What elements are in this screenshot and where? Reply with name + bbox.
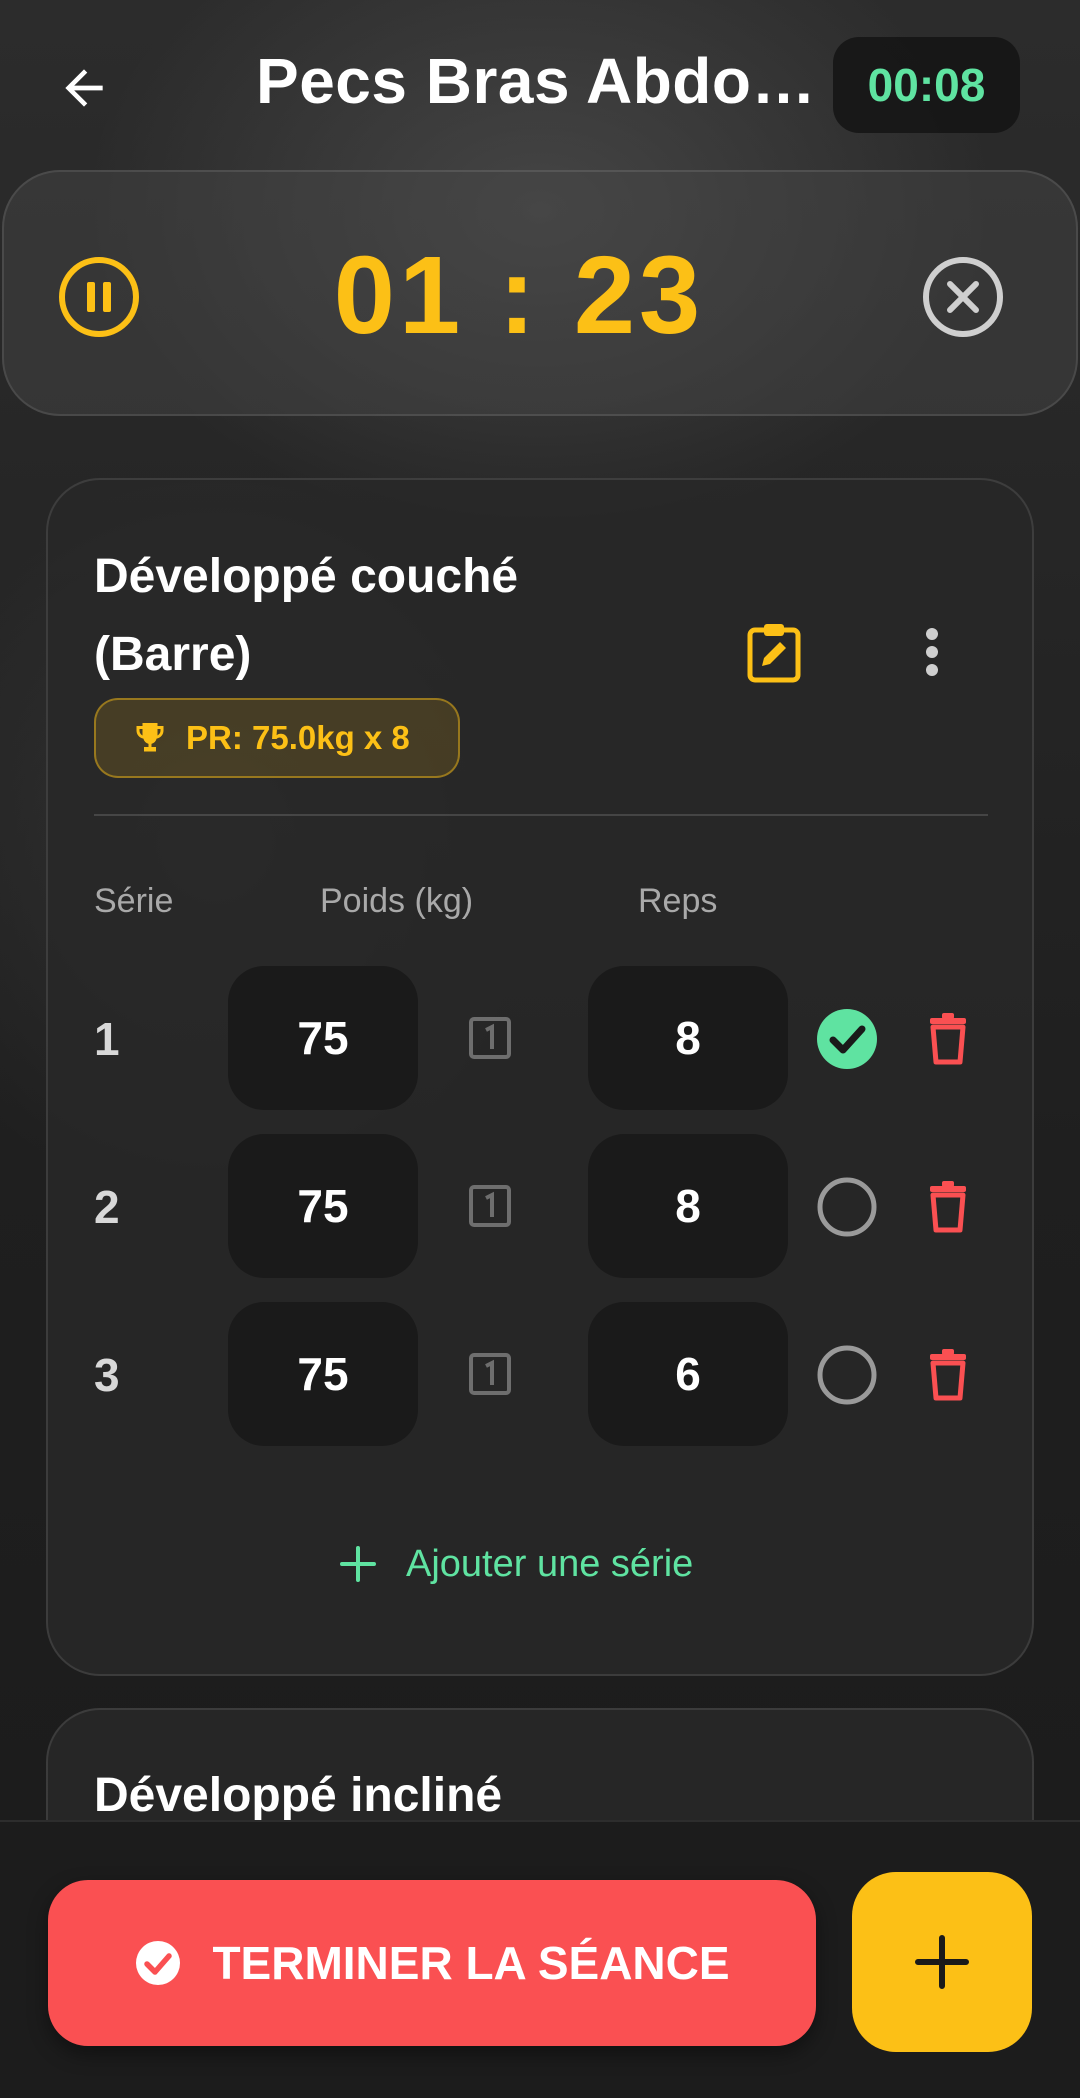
exercise-name: Développé couché (Barre): [94, 538, 654, 694]
column-header-set: Série: [94, 882, 174, 920]
set-row: 1 75 8: [48, 966, 1036, 1110]
rest-timer-value: 01 : 23: [333, 234, 705, 357]
circle-outline-icon[interactable]: [816, 1344, 878, 1406]
exercise-name: Développé incliné: [94, 1769, 503, 1822]
finish-workout-label: TERMINER LA SÉANCE: [212, 1937, 730, 1989]
back-button[interactable]: [48, 52, 120, 124]
trash-icon[interactable]: [920, 1346, 976, 1402]
column-header-reps: Reps: [638, 882, 718, 920]
close-timer-button[interactable]: [920, 254, 1006, 340]
check-circle-filled-icon[interactable]: [816, 1008, 878, 1070]
weight-input[interactable]: 75: [228, 1134, 418, 1278]
plate-calculator-icon[interactable]: [468, 1352, 512, 1396]
more-options-button[interactable]: [898, 618, 966, 686]
finish-workout-button[interactable]: TERMINER LA SÉANCE: [48, 1880, 816, 2046]
set-number: 1: [94, 1013, 120, 1065]
set-number: 3: [94, 1349, 120, 1401]
plate-calculator-icon[interactable]: [468, 1016, 512, 1060]
exercise-card: Développé couché (Barre) PR: 75.0kg x 8 …: [46, 478, 1034, 1676]
elapsed-time-badge: 00:08: [833, 37, 1020, 133]
reps-input[interactable]: 6: [588, 1302, 788, 1446]
arrow-left-icon: [65, 69, 103, 107]
column-header-weight: Poids (kg): [320, 882, 474, 920]
reps-input[interactable]: 8: [588, 966, 788, 1110]
clipboard-edit-icon: [747, 624, 801, 683]
more-vertical-icon: [926, 628, 938, 676]
pr-label: PR: 75.0kg x 8: [186, 719, 410, 756]
trash-icon[interactable]: [920, 1010, 976, 1066]
plus-icon: [340, 1546, 376, 1582]
close-circle-icon: [923, 257, 1003, 337]
circle-outline-icon[interactable]: [816, 1176, 878, 1238]
check-circle-icon: [136, 1941, 181, 1985]
set-row: 3 75 6: [48, 1302, 1036, 1446]
plate-calculator-icon[interactable]: [468, 1184, 512, 1228]
weight-input[interactable]: 75: [228, 966, 418, 1110]
weight-input[interactable]: 75: [228, 1302, 418, 1446]
set-row: 2 75 8: [48, 1134, 1036, 1278]
trophy-icon: [136, 723, 164, 752]
exercise-name-line2: (Barre): [94, 628, 252, 681]
rest-timer-card: 01 : 23: [2, 170, 1078, 416]
app-header: Pecs Bras Abdos Dos 00:08: [0, 0, 1080, 170]
reps-input[interactable]: 8: [588, 1134, 788, 1278]
bottom-action-bar: TERMINER LA SÉANCE: [0, 1820, 1080, 2098]
exercise-name-line1: Développé couché: [94, 550, 519, 603]
edit-notes-button[interactable]: [740, 618, 808, 686]
add-set-label: Ajouter une série: [406, 1542, 694, 1585]
pr-badge: PR: 75.0kg x 8: [94, 698, 460, 778]
trash-icon[interactable]: [920, 1178, 976, 1234]
plus-icon: [915, 1935, 969, 1989]
workout-title: Pecs Bras Abdos Dos: [256, 45, 826, 117]
add-exercise-button[interactable]: [852, 1872, 1032, 2052]
divider: [94, 814, 988, 816]
set-number: 2: [94, 1181, 120, 1233]
add-set-button[interactable]: Ajouter une série: [338, 1534, 693, 1594]
